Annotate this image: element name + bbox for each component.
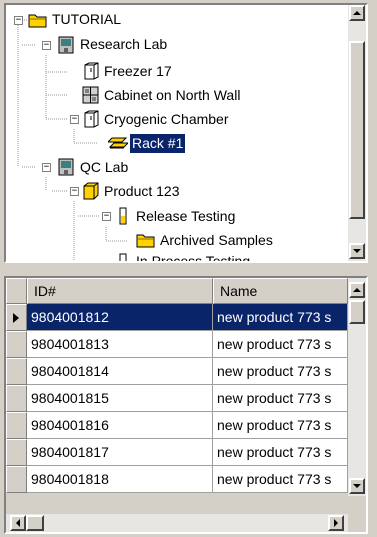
cell-name[interactable]: new product 773 s <box>213 358 348 385</box>
scroll-down-button[interactable] <box>349 478 365 494</box>
tree-node-freezer-17[interactable]: Freezer 17 <box>102 62 174 81</box>
cell-id[interactable]: 9804001815 <box>27 385 213 412</box>
arrow-up-icon <box>353 11 361 15</box>
grid-corner-header <box>6 278 27 304</box>
scroll-right-button[interactable] <box>328 515 344 531</box>
row-indicator[interactable] <box>6 358 27 385</box>
grid-horizontal-scrollbar[interactable] <box>6 514 348 532</box>
lab-building-icon <box>58 36 74 54</box>
row-indicator[interactable] <box>6 304 27 331</box>
collapse-cryogenic-chamber-button[interactable]: − <box>70 115 79 124</box>
collapse-release-testing-button[interactable]: − <box>102 212 111 221</box>
test-tube-icon <box>119 253 127 261</box>
tree-node-cabinet-north-wall[interactable]: Cabinet on North Wall <box>102 86 242 105</box>
table-row[interactable]: 9804001818 new product 773 s <box>6 466 348 493</box>
scroll-up-button[interactable] <box>349 5 365 21</box>
tree-vertical-scrollbar[interactable] <box>348 5 366 261</box>
product-box-icon <box>83 182 99 200</box>
collapse-research-lab-button[interactable]: − <box>42 41 51 50</box>
tree-node-research-lab[interactable]: Research Lab <box>78 35 169 54</box>
folder-open-icon <box>136 234 155 248</box>
row-indicator[interactable] <box>6 331 27 358</box>
tree-node-in-process-testing[interactable]: In Process Testing <box>134 252 252 261</box>
column-header-id[interactable]: ID# <box>27 278 213 304</box>
cell-id[interactable]: 9804001814 <box>27 358 213 385</box>
column-header-name[interactable]: Name <box>213 278 348 304</box>
grid-hscroll-thumb[interactable] <box>26 515 44 531</box>
cell-name[interactable]: new product 773 s <box>213 331 348 358</box>
collapse-product-123-button[interactable]: − <box>70 187 79 196</box>
rack-icon <box>108 137 128 149</box>
tree-node-qc-lab[interactable]: QC Lab <box>78 158 130 177</box>
grid-body: ID# Name 9804001812 new product 773 s 98… <box>6 278 348 496</box>
cell-name[interactable]: new product 773 s <box>213 466 348 493</box>
row-indicator[interactable] <box>6 439 27 466</box>
row-indicator[interactable] <box>6 385 27 412</box>
test-tube-icon <box>119 207 127 225</box>
tree-node-archived-samples[interactable]: Archived Samples <box>158 231 275 250</box>
tree-node-tutorial[interactable]: TUTORIAL <box>50 10 123 29</box>
arrow-right-icon <box>334 519 338 527</box>
scroll-left-button[interactable] <box>10 515 26 531</box>
arrow-left-icon <box>16 519 20 527</box>
arrow-up-icon <box>353 288 361 292</box>
tree-scroll-thumb[interactable] <box>349 41 365 219</box>
scroll-down-button[interactable] <box>349 243 365 259</box>
grid-scroll-thumb[interactable] <box>349 300 365 324</box>
cell-id[interactable]: 9804001816 <box>27 412 213 439</box>
cell-id[interactable]: 9804001813 <box>27 331 213 358</box>
table-row[interactable]: 9804001814 new product 773 s <box>6 358 348 385</box>
row-indicator[interactable] <box>6 466 27 493</box>
row-indicator[interactable] <box>6 412 27 439</box>
cell-name[interactable]: new product 773 s <box>213 304 348 331</box>
data-grid[interactable]: ID# Name 9804001812 new product 773 s 98… <box>4 276 368 534</box>
collapse-tutorial-button[interactable]: − <box>14 16 23 25</box>
tree-node-cryogenic-chamber[interactable]: Cryogenic Chamber <box>102 110 231 129</box>
tree-node-rack-1[interactable]: Rack #1 <box>128 133 187 154</box>
tree-area: − − − − − − TUTORIAL Research Lab Freeze… <box>6 5 348 261</box>
arrow-down-icon <box>353 249 361 253</box>
grid-vertical-scrollbar[interactable] <box>348 278 366 496</box>
cell-id[interactable]: 9804001812 <box>27 304 213 331</box>
chamber-icon <box>84 110 99 128</box>
table-row[interactable]: 9804001816 new product 773 s <box>6 412 348 439</box>
cell-id[interactable]: 9804001818 <box>27 466 213 493</box>
table-row[interactable]: 9804001817 new product 773 s <box>6 439 348 466</box>
table-row[interactable]: 9804001813 new product 773 s <box>6 331 348 358</box>
cell-name[interactable]: new product 773 s <box>213 439 348 466</box>
cabinet-icon <box>82 86 99 104</box>
cell-id[interactable]: 9804001817 <box>27 439 213 466</box>
folder-open-icon <box>28 14 47 28</box>
table-row[interactable]: 9804001812 new product 773 s <box>6 304 348 331</box>
cell-name[interactable]: new product 773 s <box>213 385 348 412</box>
tree-node-release-testing[interactable]: Release Testing <box>134 207 237 226</box>
freezer-icon <box>84 62 99 80</box>
cell-name[interactable]: new product 773 s <box>213 412 348 439</box>
scroll-up-button[interactable] <box>349 282 365 298</box>
lab-building-icon <box>58 158 74 176</box>
tree-view[interactable]: − − − − − − TUTORIAL Research Lab Freeze… <box>4 3 368 263</box>
arrow-down-icon <box>353 484 361 488</box>
table-row[interactable]: 9804001815 new product 773 s <box>6 385 348 412</box>
current-row-pointer-icon <box>13 313 19 323</box>
collapse-qc-lab-button[interactable]: − <box>42 163 51 172</box>
tree-node-product-123[interactable]: Product 123 <box>102 182 182 201</box>
